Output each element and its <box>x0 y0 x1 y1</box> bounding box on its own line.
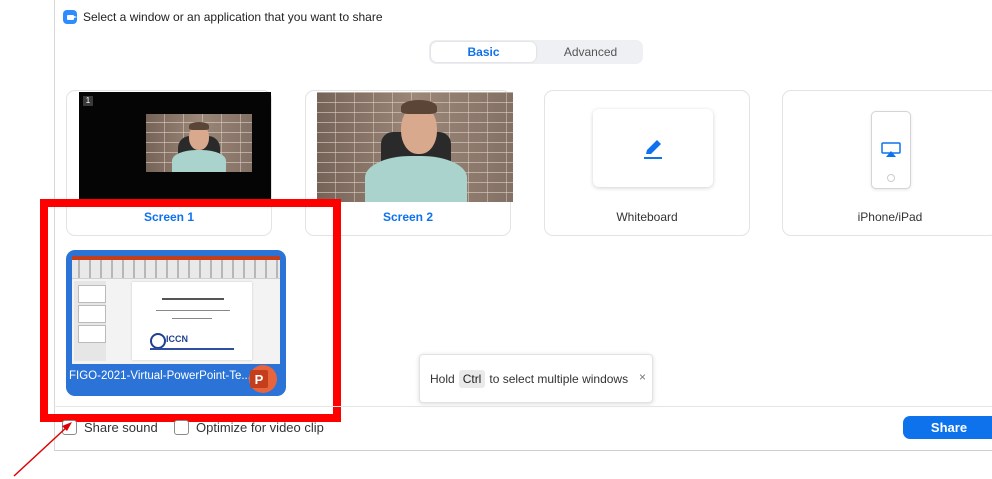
screen-1-label: Screen 1 <box>143 210 195 224</box>
optimize-video-label: Optimize for video clip <box>196 420 324 435</box>
iphone-ipad-label: iPhone/iPad <box>857 210 923 224</box>
share-button[interactable]: Share <box>903 416 992 439</box>
share-sound-checkbox[interactable] <box>62 420 77 435</box>
powerpoint-icon: P <box>249 365 277 393</box>
tooltip-prefix: Hold <box>430 371 455 386</box>
zoom-camera-icon <box>63 10 77 24</box>
multi-select-tooltip: Hold Ctrl to select multiple windows × <box>419 354 653 403</box>
home-button-icon <box>887 174 895 182</box>
share-option-screen-2[interactable]: Screen 2 <box>305 90 513 236</box>
airplay-icon <box>881 142 901 157</box>
whiteboard-label: Whiteboard <box>616 210 678 224</box>
slide-preview: ICCN <box>132 282 252 360</box>
optimize-video-checkbox[interactable] <box>174 420 189 435</box>
dialog-title: Select a window or an application that y… <box>83 10 383 24</box>
screen-1-thumbnail: 1 <box>79 92 271 202</box>
whiteboard-tile <box>593 109 713 187</box>
dialog-titlebar: Select a window or an application that y… <box>63 10 383 24</box>
footer-divider <box>54 406 992 407</box>
tab-advanced[interactable]: Advanced <box>538 40 643 64</box>
webcam-preview <box>146 114 252 172</box>
tooltip-close-icon[interactable]: × <box>639 370 646 384</box>
optimize-video-option[interactable]: Optimize for video clip <box>174 420 324 435</box>
share-mode-tabs: Basic Advanced <box>429 40 643 64</box>
screen-number-badge: 1 <box>83 96 93 106</box>
tooltip-suffix: to select multiple windows <box>489 371 629 386</box>
share-sound-option[interactable]: Share sound <box>62 420 158 435</box>
pencil-icon <box>644 140 662 159</box>
iccn-logo-icon <box>150 333 166 349</box>
window-title-label: FIGO-2021-Virtual-PowerPoint-Te... <box>69 370 251 382</box>
screen-2-thumbnail <box>317 92 513 202</box>
powerpoint-window-thumbnail: ICCN <box>72 256 280 364</box>
ctrl-key-badge: Ctrl <box>458 369 486 388</box>
share-option-iphone-ipad[interactable]: iPhone/iPad <box>782 90 992 236</box>
tab-basic[interactable]: Basic <box>431 42 536 62</box>
share-option-screen-1[interactable]: 1 Screen 1 <box>66 90 272 236</box>
share-option-whiteboard[interactable]: Whiteboard <box>544 90 750 236</box>
iccn-logo-text: ICCN <box>166 334 188 344</box>
share-sound-label: Share sound <box>84 420 158 435</box>
screen-2-label: Screen 2 <box>382 210 434 224</box>
phone-outline <box>871 111 911 189</box>
